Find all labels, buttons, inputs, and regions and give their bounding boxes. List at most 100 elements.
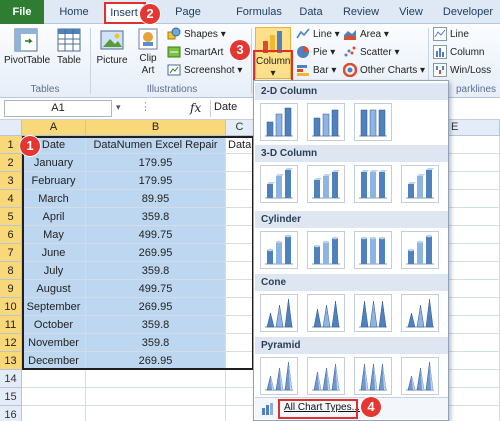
clip-art-button[interactable]: Clip Art: [134, 27, 162, 77]
row-header[interactable]: 14: [0, 370, 22, 388]
table-cell[interactable]: [226, 334, 254, 352]
table-cell[interactable]: [22, 388, 86, 406]
all-chart-types-link[interactable]: All Chart Types...: [284, 402, 360, 413]
table-cell[interactable]: [449, 208, 500, 226]
column-header-e[interactable]: E: [449, 120, 500, 136]
table-cell[interactable]: [226, 244, 254, 262]
table-cell[interactable]: 269.95: [86, 244, 226, 262]
table-cell[interactable]: [226, 226, 254, 244]
chart-subtype-thumbnail[interactable]: [260, 103, 298, 141]
table-cell[interactable]: [226, 316, 254, 334]
table-cell[interactable]: [449, 226, 500, 244]
tab-review[interactable]: Review: [338, 3, 384, 24]
table-cell[interactable]: December: [22, 352, 86, 370]
row-header[interactable]: 12: [0, 334, 22, 352]
row-header[interactable]: 8: [0, 262, 22, 280]
chart-subtype-thumbnail[interactable]: [307, 103, 345, 141]
row-header[interactable]: 5: [0, 208, 22, 226]
row-header[interactable]: 6: [0, 226, 22, 244]
table-cell[interactable]: April: [22, 208, 86, 226]
table-cell[interactable]: [449, 136, 500, 154]
select-all-corner[interactable]: [0, 120, 22, 136]
table-cell[interactable]: 269.95: [86, 298, 226, 316]
tab-file[interactable]: File: [0, 0, 44, 24]
table-cell[interactable]: May: [22, 226, 86, 244]
chart-subtype-thumbnail[interactable]: [401, 165, 439, 203]
table-cell[interactable]: [226, 208, 254, 226]
table-cell[interactable]: [22, 406, 86, 421]
column-chart-button[interactable]: Column ▾: [255, 27, 291, 79]
row-header[interactable]: 3: [0, 172, 22, 190]
table-cell[interactable]: July: [22, 262, 86, 280]
row-header[interactable]: 11: [0, 316, 22, 334]
table-cell[interactable]: [226, 298, 254, 316]
chart-subtype-thumbnail[interactable]: [401, 357, 439, 395]
table-cell[interactable]: 89.95: [86, 190, 226, 208]
row-header[interactable]: 4: [0, 190, 22, 208]
table-cell[interactable]: [226, 406, 254, 421]
row-header[interactable]: 9: [0, 280, 22, 298]
table-cell[interactable]: [449, 370, 500, 388]
table-cell[interactable]: [226, 280, 254, 298]
row-header[interactable]: 7: [0, 244, 22, 262]
table-cell[interactable]: February: [22, 172, 86, 190]
table-cell[interactable]: 359.8: [86, 334, 226, 352]
table-cell[interactable]: [449, 244, 500, 262]
tab-insert[interactable]: Insert: [104, 3, 144, 24]
table-cell[interactable]: [86, 370, 226, 388]
other-charts-button[interactable]: Other Charts ▾: [343, 62, 425, 80]
picture-button[interactable]: Picture: [94, 27, 130, 67]
row-header[interactable]: 15: [0, 388, 22, 406]
table-cell[interactable]: [449, 280, 500, 298]
table-cell[interactable]: 359.8: [86, 262, 226, 280]
table-cell[interactable]: [226, 370, 254, 388]
table-cell[interactable]: November: [22, 334, 86, 352]
chart-subtype-thumbnail[interactable]: [260, 165, 298, 203]
table-cell[interactable]: [226, 262, 254, 280]
table-cell[interactable]: January: [22, 154, 86, 172]
row-header[interactable]: 16: [0, 406, 22, 421]
table-cell[interactable]: [226, 154, 254, 172]
column-header-a[interactable]: A: [22, 120, 86, 136]
table-cell[interactable]: [449, 172, 500, 190]
tab-developer[interactable]: Developer: [440, 3, 496, 24]
table-cell[interactable]: [226, 190, 254, 208]
table-cell[interactable]: 179.95: [86, 172, 226, 190]
table-cell[interactable]: March: [22, 190, 86, 208]
table-cell[interactable]: [449, 316, 500, 334]
table-button[interactable]: Table: [54, 27, 84, 67]
table-cell[interactable]: October: [22, 316, 86, 334]
chart-subtype-thumbnail[interactable]: [354, 294, 392, 332]
chart-subtype-thumbnail[interactable]: [354, 103, 392, 141]
area-chart-button[interactable]: Area ▾: [343, 26, 389, 44]
chart-subtype-thumbnail[interactable]: [354, 231, 392, 269]
row-header[interactable]: 13: [0, 352, 22, 370]
table-cell[interactable]: [86, 388, 226, 406]
table-cell[interactable]: [226, 352, 254, 370]
chart-subtype-thumbnail[interactable]: [401, 231, 439, 269]
table-cell[interactable]: August: [22, 280, 86, 298]
tab-view[interactable]: View: [394, 3, 428, 24]
table-cell[interactable]: [226, 388, 254, 406]
table-cell[interactable]: [449, 298, 500, 316]
chart-subtype-thumbnail[interactable]: [307, 231, 345, 269]
screenshot-button[interactable]: Screenshot ▾: [167, 62, 242, 80]
shapes-button[interactable]: Shapes ▾: [167, 26, 226, 44]
sparkline-column-button[interactable]: Column: [433, 44, 484, 62]
table-cell[interactable]: [449, 190, 500, 208]
column-header-c[interactable]: C: [226, 120, 254, 136]
table-cell[interactable]: [449, 154, 500, 172]
table-cell[interactable]: [449, 406, 500, 421]
table-cell[interactable]: [449, 262, 500, 280]
table-cell[interactable]: [449, 334, 500, 352]
chart-subtype-thumbnail[interactable]: [354, 357, 392, 395]
table-cell[interactable]: 179.95: [86, 154, 226, 172]
chart-subtype-thumbnail[interactable]: [354, 165, 392, 203]
table-cell[interactable]: [449, 388, 500, 406]
chart-subtype-thumbnail[interactable]: [401, 294, 439, 332]
chart-subtype-thumbnail[interactable]: [307, 357, 345, 395]
tab-formulas[interactable]: Formulas: [232, 3, 286, 24]
pie-chart-button[interactable]: Pie ▾: [296, 44, 335, 62]
chart-subtype-thumbnail[interactable]: [307, 165, 345, 203]
table-cell[interactable]: [449, 352, 500, 370]
